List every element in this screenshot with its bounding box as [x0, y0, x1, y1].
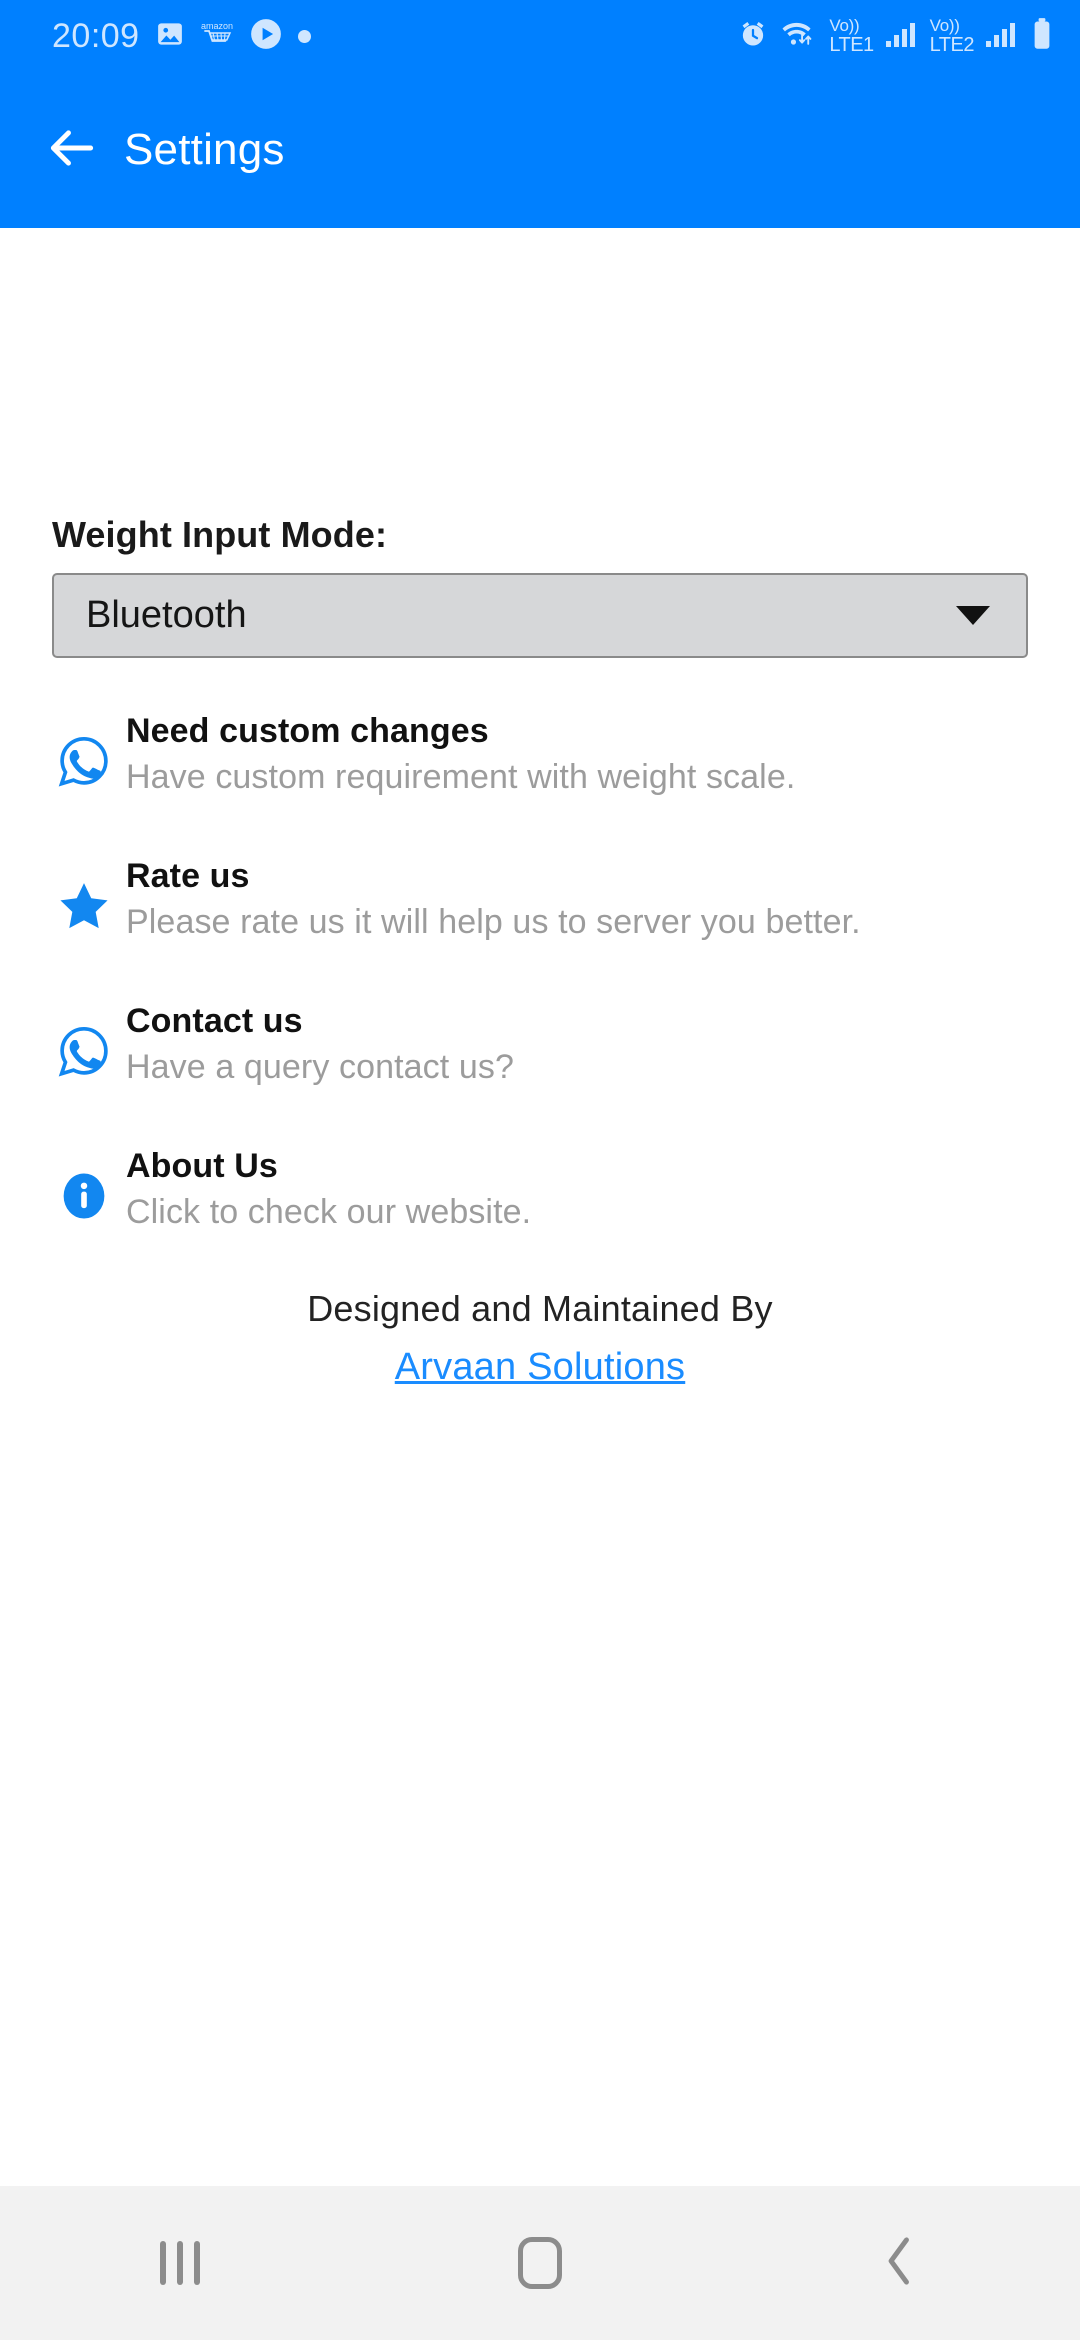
android-nav-bar [0, 2186, 1080, 2340]
list-item-contact-us[interactable]: Contact us Have a query contact us? [0, 978, 1080, 1123]
list-item-text: Contact us Have a query contact us? [126, 978, 514, 1089]
settings-content: Weight Input Mode: Bluetooth Need custom… [0, 228, 1080, 2340]
triangle-down-icon [956, 606, 990, 625]
status-bar-left: 20:09 amazon [52, 17, 311, 56]
footer: Designed and Maintained By Arvaan Soluti… [0, 1288, 1080, 1389]
list-item-subtitle: Have a query contact us? [126, 1048, 514, 1087]
whatsapp-icon [52, 978, 116, 1123]
status-bar: 20:09 amazon Vo)) LTE1 Vo)) LTE2 [0, 0, 1080, 72]
weight-input-mode-label: Weight Input Mode: [52, 514, 388, 555]
list-item-text: Rate us Please rate us it will help us t… [126, 833, 861, 944]
back-chevron-icon [880, 2235, 920, 2292]
list-item-need-custom-changes[interactable]: Need custom changes Have custom requirem… [0, 688, 1080, 833]
status-bar-clock: 20:09 [52, 17, 140, 55]
list-item-title: Contact us [126, 1002, 303, 1040]
weight-input-mode-value: Bluetooth [86, 594, 247, 636]
home-button[interactable] [440, 2186, 640, 2340]
phone-screen: 20:09 amazon Vo)) LTE1 Vo)) LTE2 Setting… [0, 0, 1080, 2340]
footer-company-link[interactable]: Arvaan Solutions [395, 1346, 685, 1389]
svg-text:amazon: amazon [201, 21, 233, 31]
list-item-title: About Us [126, 1147, 278, 1185]
list-item-subtitle: Have custom requirement with weight scal… [126, 758, 796, 797]
list-item-title: Need custom changes [126, 712, 489, 750]
list-item-about-us[interactable]: About Us Click to check our website. [0, 1123, 1080, 1268]
home-icon [518, 2237, 562, 2289]
weight-input-mode-dropdown[interactable]: Bluetooth [52, 573, 1028, 658]
amazon-cart-icon: amazon [200, 19, 234, 54]
app-bar: Settings [0, 72, 1080, 228]
list-item-text: About Us Click to check our website. [126, 1123, 531, 1234]
signal-2-icon [985, 19, 1019, 54]
gallery-icon [155, 19, 185, 54]
volte-2-vo-label: Vo)) [929, 16, 960, 35]
info-circle-icon [52, 1123, 116, 1268]
wifi-icon [780, 18, 818, 55]
footer-credit-text: Designed and Maintained By [307, 1288, 773, 1329]
alarm-icon [737, 18, 769, 55]
signal-1-icon [885, 19, 919, 54]
arrow-left-icon [44, 120, 100, 181]
settings-list: Need custom changes Have custom requirem… [0, 688, 1080, 1268]
list-item-rate-us[interactable]: Rate us Please rate us it will help us t… [0, 833, 1080, 978]
list-item-text: Need custom changes Have custom requirem… [126, 688, 795, 799]
back-button[interactable] [26, 120, 118, 181]
back-nav-button[interactable] [800, 2186, 1000, 2340]
battery-icon [1030, 17, 1054, 56]
volte-2-label: LTE2 [929, 34, 975, 56]
volte-1-vo-label: Vo)) [829, 16, 860, 35]
dot-icon [297, 29, 311, 43]
status-bar-right: Vo)) LTE1 Vo)) LTE2 [737, 17, 1054, 56]
recents-icon [160, 2241, 200, 2285]
volte-1-icon: Vo)) LTE1 [829, 16, 874, 56]
play-circle-icon [249, 17, 283, 56]
whatsapp-icon [52, 688, 116, 833]
star-icon [52, 833, 116, 978]
list-item-title: Rate us [126, 857, 250, 895]
volte-2-icon: Vo)) LTE2 [929, 16, 975, 56]
volte-1-label: LTE1 [829, 34, 874, 56]
page-title: Settings [124, 125, 285, 174]
list-item-subtitle: Please rate us it will help us to server… [126, 903, 861, 942]
recents-button[interactable] [80, 2186, 280, 2340]
list-item-subtitle: Click to check our website. [126, 1193, 532, 1232]
